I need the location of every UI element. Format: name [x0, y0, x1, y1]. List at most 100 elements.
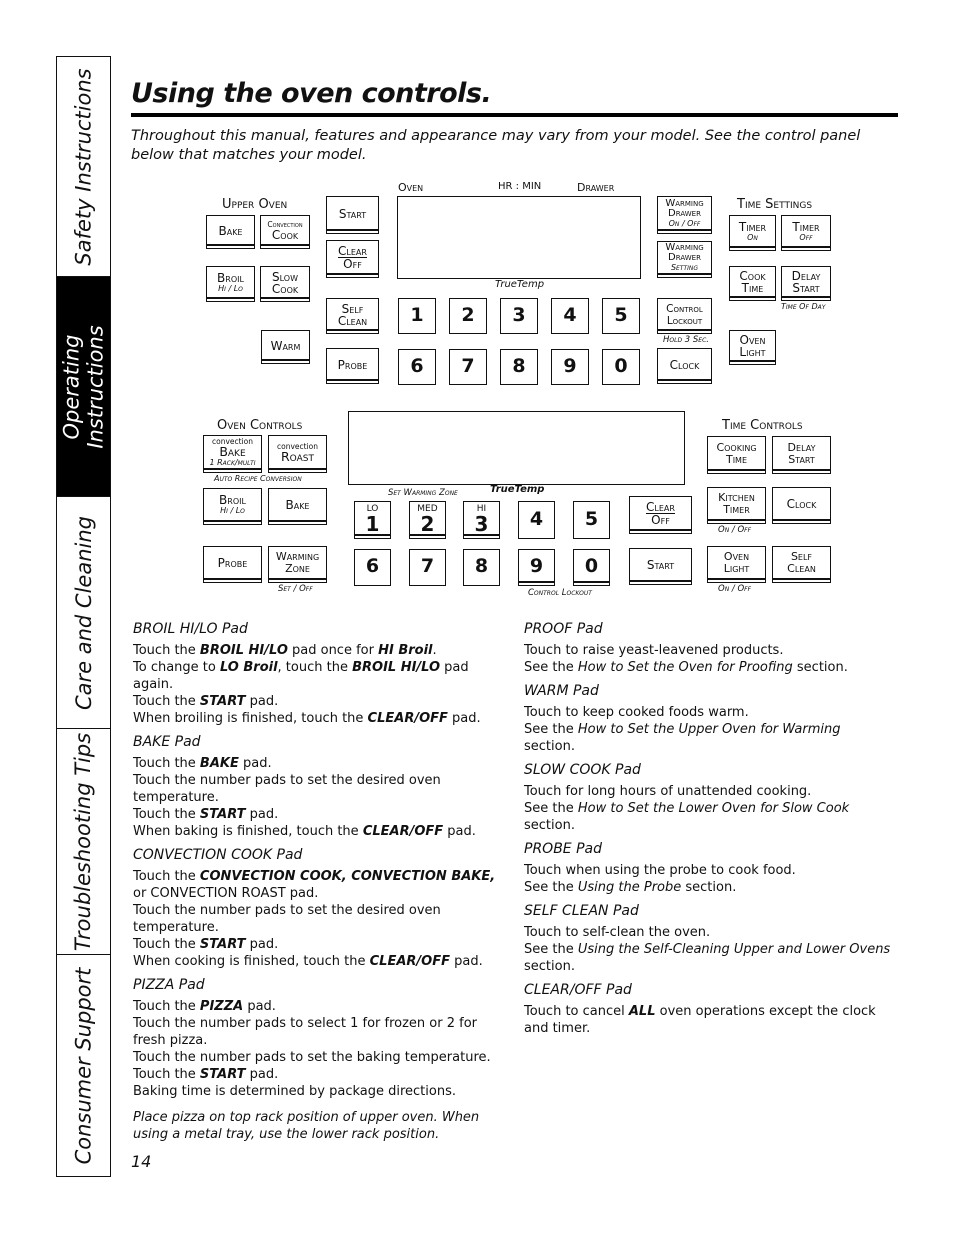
self-clean-pad-2[interactable]: Self Clean	[772, 546, 831, 583]
instruction-line: Touch the BROIL HI/LO pad once for HI Br…	[133, 643, 437, 658]
warming-zone-pad[interactable]: Warming Zone	[268, 546, 327, 583]
timer-off-pad[interactable]: Timer Off	[781, 215, 831, 251]
number-pad-9[interactable]: 9	[551, 349, 589, 385]
number-pad-4[interactable]: 4	[551, 298, 589, 334]
instruction-line: Touch the number pads to set the desired…	[133, 903, 441, 935]
instruction-line: Touch the START pad.	[133, 937, 279, 952]
section-heading: WARM Pad	[524, 683, 599, 699]
tab-safety-instructions[interactable]: Safety Instructions	[57, 57, 110, 277]
number-pad-1[interactable]: 1	[398, 298, 436, 334]
pad-label: 5	[614, 303, 628, 326]
broil-hi-lo-pad[interactable]: Broil Hi / Lo	[206, 266, 255, 302]
pad-label: 3	[512, 303, 526, 326]
section-heading: CONVECTION COOK Pad	[133, 847, 303, 863]
pad-label: Zone	[285, 562, 310, 575]
pad-label: Roast	[281, 449, 314, 464]
oven-light-pad[interactable]: Oven Light	[729, 330, 776, 365]
page-number: 14	[131, 1152, 152, 1171]
warming-drawer-on-off-pad[interactable]: Warming Drawer On / Off	[657, 196, 712, 234]
instruction-line: Touch to self-clean the oven.	[524, 925, 711, 940]
number-pad-0[interactable]: 0	[602, 349, 640, 385]
instruction-line: To change to LO Broil, touch the BROIL H…	[133, 660, 469, 692]
section-reference: Using the Self-Cleaning Upper and Lower …	[577, 942, 891, 957]
kitchen-timer-pad[interactable]: Kitchen Timer	[707, 487, 766, 524]
number-pad-7-2[interactable]: 7	[409, 549, 446, 586]
number-pad-5-2[interactable]: 5	[573, 501, 610, 539]
number-pad-5[interactable]: 5	[602, 298, 640, 334]
slow-cook-pad[interactable]: Slow Cook	[260, 266, 310, 302]
instruction-line: When broiling is finished, touch the CLE…	[133, 711, 481, 726]
instruction-line: When cooking is finished, touch the CLEA…	[133, 954, 483, 969]
emphasis: START	[199, 937, 246, 952]
clock-pad-2[interactable]: Clock	[772, 487, 831, 524]
number-pad-med-2[interactable]: MED 2	[409, 501, 446, 539]
instruction-line: See the Using the Probe section.	[524, 880, 737, 895]
clock-pad[interactable]: Clock	[657, 348, 712, 384]
pad-label: Start	[646, 558, 675, 572]
title-rule	[131, 113, 898, 117]
self-clean-pad[interactable]: Self Clean	[326, 298, 379, 334]
tab-consumer-support[interactable]: Consumer Support	[57, 955, 110, 1177]
emphasis: START	[199, 1067, 246, 1082]
instruction-line: See the How to Set the Upper Oven for Wa…	[524, 722, 841, 754]
pad-label: Control	[666, 302, 703, 315]
pad-label: Drawer	[668, 207, 701, 219]
number-pad-6-2[interactable]: 6	[354, 549, 391, 586]
tab-care-and-cleaning[interactable]: Care and Cleaning	[57, 497, 110, 729]
delay-start-pad[interactable]: Delay Start	[781, 266, 831, 301]
delay-start-pad-2[interactable]: Delay Start	[772, 436, 831, 474]
broil-hi-lo-pad-2[interactable]: Broil Hi / Lo	[203, 488, 262, 525]
number-pad-6[interactable]: 6	[398, 349, 436, 385]
emphasis: CONVECTION COOK, CONVECTION BAKE,	[199, 869, 496, 884]
convection-bake-pad[interactable]: convection Bake 1 Rack/multi	[203, 435, 262, 473]
number-pad-7[interactable]: 7	[449, 349, 487, 385]
instruction-line: Touch the START pad.	[133, 1067, 279, 1082]
section-reference: Using the Probe	[577, 880, 682, 895]
instruction-line: Touch the number pads to select 1 for fr…	[133, 1016, 477, 1048]
start-pad[interactable]: Start	[326, 196, 379, 234]
number-pad-2[interactable]: 2	[449, 298, 487, 334]
timer-on-pad[interactable]: Timer On	[729, 215, 776, 251]
oven-light-pad-2[interactable]: Oven Light	[707, 546, 766, 583]
instruction-line: Touch to cancel ALL oven operations exce…	[524, 1004, 876, 1036]
upper-oven-label: Upper Oven	[222, 197, 288, 212]
number-pad-0-2[interactable]: 0	[573, 549, 610, 586]
emphasis: HI Broil	[378, 643, 433, 658]
number-pad-4-2[interactable]: 4	[518, 501, 555, 539]
pad-label: 9	[529, 555, 544, 577]
section-heading: SLOW COOK Pad	[524, 762, 641, 778]
pad-label: Probe	[217, 556, 248, 570]
hr-min-display-label: HR : MIN	[498, 181, 542, 192]
probe-pad[interactable]: Probe	[326, 348, 379, 384]
instruction-line: See the How to Set the Oven for Proofing…	[524, 660, 848, 675]
oven-controls-label: Oven Controls	[217, 418, 303, 433]
probe-pad-2[interactable]: Probe	[203, 546, 262, 583]
clear-off-pad[interactable]: Clear Off	[326, 240, 379, 278]
oven-display-label: Oven	[398, 181, 424, 194]
number-pad-hi-3[interactable]: HI 3	[463, 501, 500, 539]
number-pad-8[interactable]: 8	[500, 349, 538, 385]
number-pad-8-2[interactable]: 8	[463, 549, 500, 586]
start-pad-2[interactable]: Start	[629, 548, 692, 585]
clear-off-pad-2[interactable]: Clear Off	[629, 496, 692, 534]
number-pad-lo-1[interactable]: LO 1	[354, 501, 391, 539]
tab-troubleshooting-tips[interactable]: Troubleshooting Tips	[57, 729, 110, 955]
time-controls-label: Time Controls	[722, 418, 803, 433]
control-lockout-pad[interactable]: Control Lockout	[657, 298, 712, 334]
tab-operating-instructions[interactable]: Operating Instructions	[57, 277, 110, 497]
bake-pad[interactable]: Bake	[206, 215, 255, 249]
cook-time-pad[interactable]: Cook Time	[729, 266, 776, 301]
emphasis: BROIL HI/LO	[352, 660, 441, 675]
warming-drawer-setting-pad[interactable]: Warming Drawer Setting	[657, 241, 712, 278]
pad-label: 2	[420, 511, 435, 536]
drawer-display-label: Drawer	[577, 181, 615, 194]
warm-pad[interactable]: Warm	[261, 330, 310, 364]
number-pad-9-2[interactable]: 9	[518, 549, 555, 586]
cooking-time-pad[interactable]: Cooking Time	[707, 436, 766, 474]
pad-label: Cook	[271, 228, 299, 242]
convection-roast-pad[interactable]: convection Roast	[268, 435, 327, 473]
pad-label: Warming	[665, 197, 704, 209]
convection-cook-pad[interactable]: Convection Cook	[260, 215, 310, 249]
bake-pad-2[interactable]: Bake	[268, 488, 327, 525]
number-pad-3[interactable]: 3	[500, 298, 538, 334]
